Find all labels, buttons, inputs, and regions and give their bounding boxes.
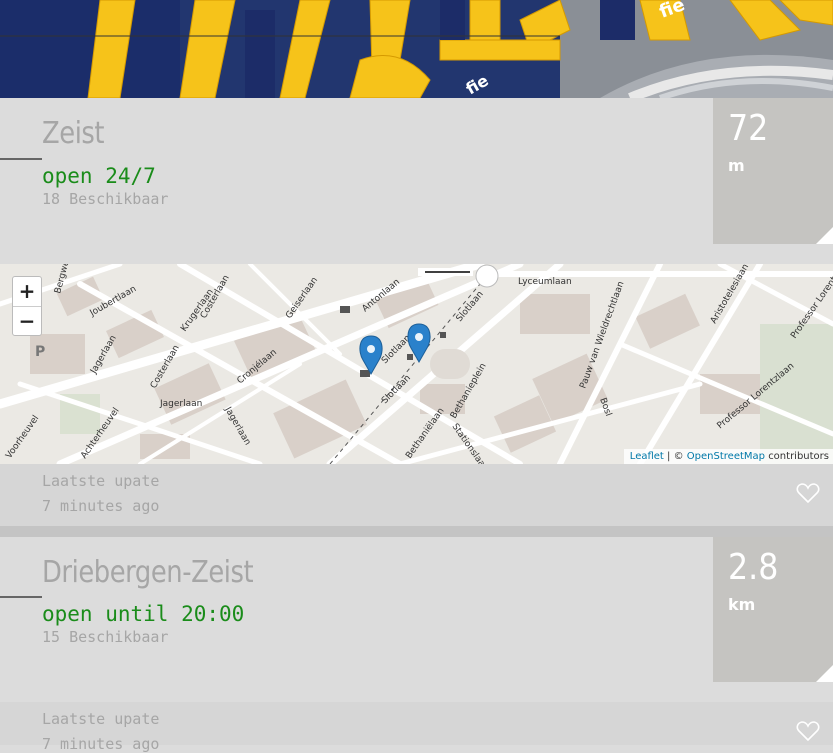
station-map[interactable]: Bergweg Joubertlaan Krugerlaan Costerlaa…	[0, 264, 833, 464]
svg-text:Jagerlaan: Jagerlaan	[159, 399, 202, 409]
zoom-out-button[interactable]: −	[13, 306, 41, 336]
distance-box: 72 m	[713, 98, 833, 244]
last-update-time: 7 minutes ago	[42, 497, 160, 515]
availability-count: 15 Beschikbaar	[42, 628, 169, 646]
attribution-suffix: contributors	[768, 451, 829, 462]
update-bar: Laatste upate 7 minutes ago	[0, 702, 833, 753]
favorite-heart-icon[interactable]	[796, 482, 820, 504]
last-update-time: 7 minutes ago	[42, 735, 160, 753]
corner-fold	[816, 227, 833, 244]
open-status: open until 20:00	[42, 602, 245, 626]
station-card[interactable]: Zeist open 24/7 18 Beschikbaar 72 m	[0, 98, 833, 264]
hero-bikes-image: fie fie	[0, 0, 833, 98]
last-update-label: Laatste upate	[42, 472, 160, 490]
station-card[interactable]: Driebergen-Zeist open until 20:00 15 Bes…	[0, 537, 833, 702]
attribution-separator: | ©	[667, 451, 684, 462]
zoom-in-button[interactable]: +	[13, 277, 41, 306]
osm-link[interactable]: OpenStreetMap	[687, 451, 765, 462]
distance-box: 2.8 km	[713, 537, 833, 682]
update-bar: Laatste upate 7 minutes ago	[0, 464, 833, 526]
station-name: Driebergen-Zeist	[42, 555, 254, 590]
accent-rule	[0, 158, 42, 160]
map-attribution: Leaflet | © OpenStreetMap contributors	[623, 449, 833, 464]
open-status: open 24/7	[42, 164, 156, 188]
station-name: Zeist	[42, 116, 105, 151]
corner-fold	[816, 665, 833, 682]
distance-unit: km	[728, 595, 756, 614]
distance-value: 2.8	[728, 547, 779, 588]
svg-text:Lyceumlaan: Lyceumlaan	[518, 277, 572, 287]
distance-unit: m	[728, 156, 745, 175]
zoom-control: + −	[12, 276, 42, 336]
distance-value: 72	[728, 108, 769, 149]
svg-text:P: P	[35, 344, 45, 360]
accent-rule	[0, 596, 42, 598]
card-separator	[0, 526, 833, 537]
availability-count: 18 Beschikbaar	[42, 190, 169, 208]
last-update-label: Laatste upate	[42, 710, 160, 728]
favorite-heart-icon[interactable]	[796, 720, 820, 742]
leaflet-link[interactable]: Leaflet	[630, 451, 664, 462]
